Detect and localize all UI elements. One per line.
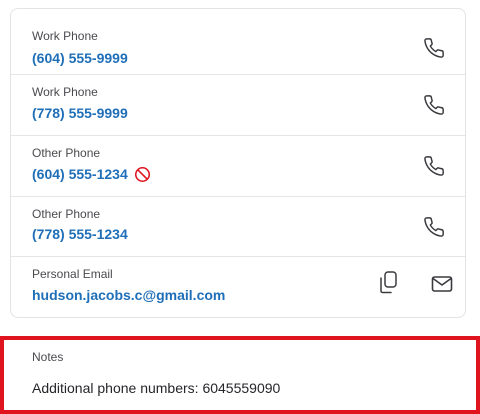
phone-icon xyxy=(424,38,444,58)
mail-icon xyxy=(431,276,453,292)
phone-number-link[interactable]: (778) 555-9999 xyxy=(32,104,128,122)
copy-email-button[interactable] xyxy=(375,269,401,295)
call-button[interactable] xyxy=(421,153,447,179)
notes-section: Notes Additional phone numbers: 60455590… xyxy=(0,336,480,414)
contact-details-panel: Work Phone (604) 555-9999 Work Phone (77… xyxy=(0,0,480,414)
phone-number-link[interactable]: (604) 555-9999 xyxy=(32,49,128,67)
phone-icon xyxy=(424,217,444,237)
notes-text: Additional phone numbers: 6045559090 xyxy=(32,380,281,396)
contact-methods-card: Work Phone (604) 555-9999 Work Phone (77… xyxy=(10,8,466,318)
contact-row-other-phone-2: Other Phone (778) 555-1234 xyxy=(11,197,465,257)
email-address-text: hudson.jacobs.c@gmail.com xyxy=(32,287,226,303)
phone-number-link[interactable]: (778) 555-1234 xyxy=(32,225,128,243)
phone-number-link[interactable]: (604) 555-1234 xyxy=(32,165,151,183)
phone-icon xyxy=(424,95,444,115)
phone-number-text: (778) 555-1234 xyxy=(32,226,128,242)
copy-icon xyxy=(380,271,397,294)
send-email-button[interactable] xyxy=(429,271,455,297)
phone-icon xyxy=(424,156,444,176)
contact-label: Personal Email xyxy=(32,267,113,281)
contact-label: Work Phone xyxy=(32,29,98,43)
blocked-icon xyxy=(134,166,151,183)
call-button[interactable] xyxy=(421,35,447,61)
call-button[interactable] xyxy=(421,92,447,118)
phone-number-text: (604) 555-9999 xyxy=(32,50,128,66)
contact-label: Other Phone xyxy=(32,146,101,160)
contact-label: Other Phone xyxy=(32,207,101,221)
contact-row-work-phone-1: Work Phone (604) 555-9999 xyxy=(11,9,465,75)
call-button[interactable] xyxy=(421,214,447,240)
contact-row-personal-email: Personal Email hudson.jacobs.c@gmail.com xyxy=(11,257,465,317)
phone-number-text: (778) 555-9999 xyxy=(32,105,128,121)
notes-label: Notes xyxy=(32,350,64,364)
email-link[interactable]: hudson.jacobs.c@gmail.com xyxy=(32,286,225,304)
contact-row-other-phone-1: Other Phone (604) 555-1234 xyxy=(11,136,465,197)
phone-number-text: (604) 555-1234 xyxy=(32,166,128,182)
contact-label: Work Phone xyxy=(32,85,98,99)
contact-row-work-phone-2: Work Phone (778) 555-9999 xyxy=(11,75,465,136)
